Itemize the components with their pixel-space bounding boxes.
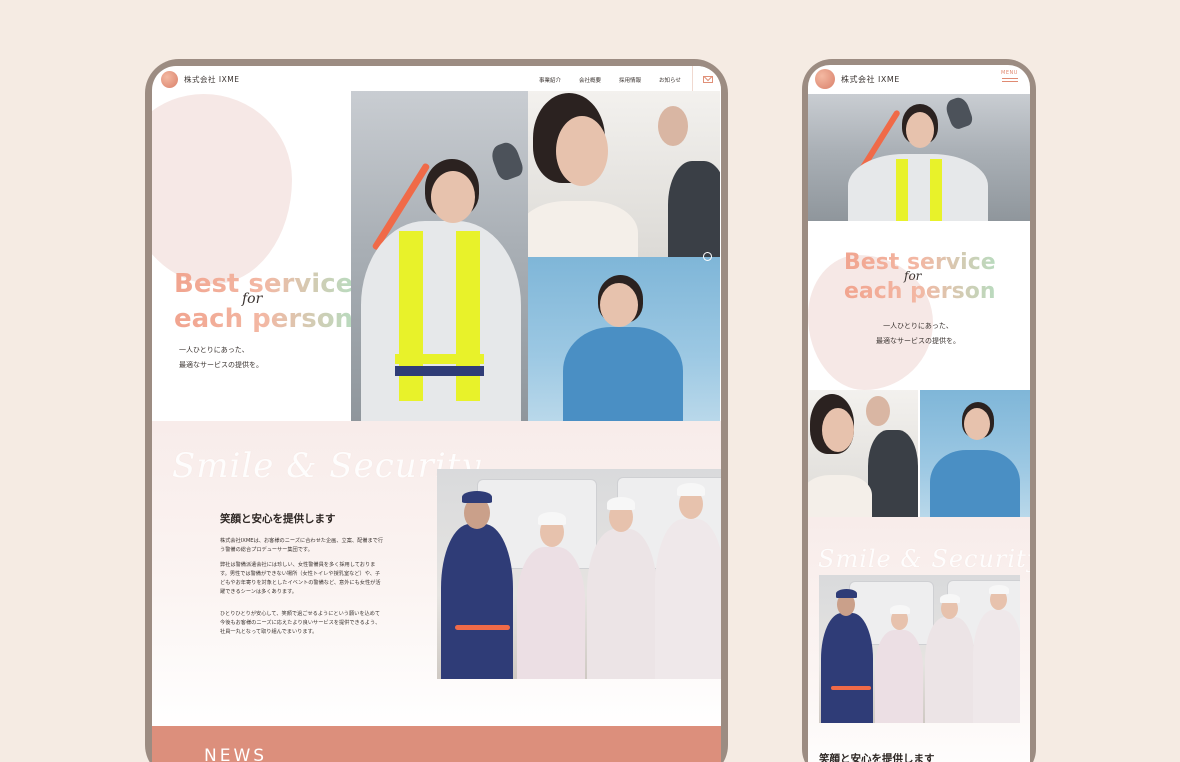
hero-title: Best service each person: [174, 271, 353, 332]
about-photo-team: [819, 575, 1020, 723]
nav-item-recruit[interactable]: 採用情報: [619, 76, 641, 84]
hero-sub-line2: 最適なサービスの提供を。: [179, 360, 263, 369]
menu-label: MENU: [1001, 70, 1018, 76]
phone-screen: 株式会社 IXME MENU Best service each person …: [808, 65, 1030, 762]
hero-title-line2: each person: [174, 303, 354, 334]
mail-icon: [703, 76, 713, 83]
about-paragraph-2: 弊社は警備派遣会社には珍しい、女性警備員を多く採用しております。男性では警備がで…: [220, 562, 381, 596]
hero-title-line1: Best service: [174, 269, 354, 299]
hero-photo-call-center: [528, 91, 720, 257]
hero-subtitle: 一人ひとりにあった、 最適なサービスの提供を。: [179, 343, 263, 372]
logo-text: 株式会社 IXME: [184, 75, 240, 84]
news-title: NEWS: [204, 746, 268, 762]
menu-icon[interactable]: MENU: [1001, 70, 1018, 82]
hero-photo-worker: [920, 390, 1030, 517]
site-logo[interactable]: 株式会社 IXME: [161, 71, 239, 88]
tablet-mockup: 株式会社 IXME 事業紹介 会社概要 採用情報 お知らせ Best servi…: [145, 59, 728, 762]
about-title: 笑顔と安心を提供します: [819, 753, 935, 762]
about-photo-team: [437, 469, 721, 679]
site-logo[interactable]: 株式会社 IXME: [815, 69, 900, 89]
nav-item-company[interactable]: 会社概要: [579, 76, 601, 84]
about-paragraph-1: 株式会社IXMEは、お客様のニーズに合わせた企画、立案、配備まで行う警備の総合プ…: [220, 538, 384, 554]
nav-item-news[interactable]: お知らせ: [659, 76, 681, 84]
logo-mark-icon: [815, 69, 835, 89]
hero-photo-guard: [351, 91, 528, 421]
hero-title-line2: each person: [844, 279, 996, 305]
hero-sub-line1: 一人ひとりにあった、: [883, 322, 953, 330]
scroll-icon[interactable]: [703, 252, 712, 261]
about-script-text: Smile & Security: [818, 545, 1030, 573]
hero-title-for: for: [242, 291, 263, 307]
hero-sub-line2: 最適なサービスの提供を。: [876, 336, 960, 345]
hero-photo-call-center: [808, 390, 918, 517]
global-nav: 事業紹介 会社概要 採用情報 お知らせ: [539, 76, 681, 84]
logo-mark-icon: [161, 71, 178, 88]
nav-item-business[interactable]: 事業紹介: [539, 76, 561, 84]
hero-photo-worker: [528, 257, 720, 421]
logo-text: 株式会社 IXME: [841, 74, 900, 84]
phone-mockup: 株式会社 IXME MENU Best service each person …: [802, 59, 1036, 762]
hero-sub-line1: 一人ひとりにあった、: [179, 346, 249, 354]
tablet-screen: 株式会社 IXME 事業紹介 会社概要 採用情報 お知らせ Best servi…: [152, 66, 721, 762]
hero-photo-guard: [808, 94, 1030, 221]
hero-subtitle: 一人ひとりにあった、 最適なサービスの提供を。: [876, 319, 960, 348]
about-title: 笑顔と安心を提供します: [220, 513, 336, 525]
hero-blob-decoration: [152, 94, 292, 284]
news-section: NEWS: [152, 726, 721, 762]
hero-title-for: for: [904, 269, 922, 283]
about-script-text: Smile & Security: [172, 446, 482, 486]
about-paragraph-3: ひとりひとりが安心して、笑顔で過ごせるようにという願いを込めて今後もお客様のニー…: [220, 611, 381, 636]
